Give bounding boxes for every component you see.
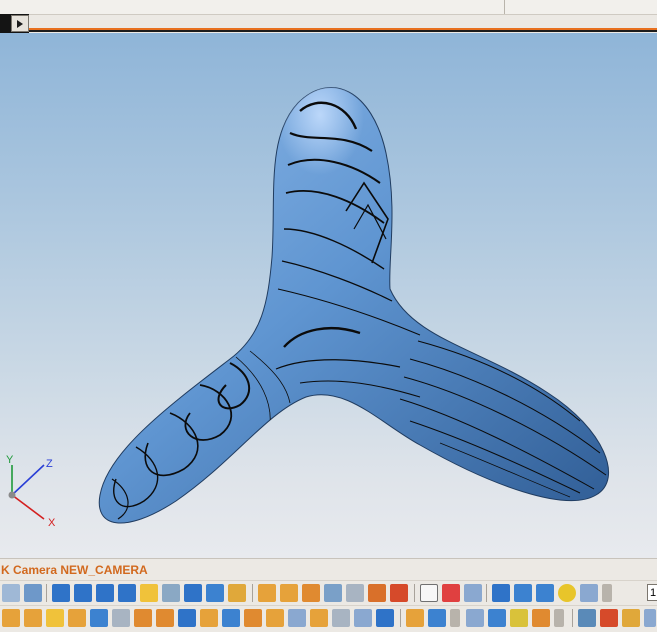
dark-line xyxy=(29,30,657,32)
cylinder-icon[interactable] xyxy=(514,584,532,602)
brush-icon[interactable] xyxy=(390,584,408,602)
sweep-icon[interactable] xyxy=(68,609,86,627)
triad-z-label: Z xyxy=(46,458,53,470)
sphere-icon[interactable] xyxy=(558,584,576,602)
shaded-view-icon[interactable] xyxy=(228,584,246,602)
csys-icon[interactable] xyxy=(464,584,482,602)
fit-view-icon[interactable] xyxy=(24,584,42,602)
top-view-icon[interactable] xyxy=(96,584,114,602)
sketch-icon[interactable] xyxy=(302,584,320,602)
measure-icon[interactable] xyxy=(324,584,342,602)
rotate-view-icon[interactable] xyxy=(2,584,20,602)
three-lobed-surface-model[interactable] xyxy=(98,55,610,524)
toolbar-separator xyxy=(252,584,253,602)
curve-icon[interactable] xyxy=(406,609,424,627)
block-icon[interactable] xyxy=(492,584,510,602)
section-icon[interactable] xyxy=(346,584,364,602)
extrude-icon[interactable] xyxy=(24,609,42,627)
cone-icon[interactable] xyxy=(536,584,554,602)
edges-icon[interactable] xyxy=(280,584,298,602)
toolbar-separator xyxy=(46,584,47,602)
intersect-icon[interactable] xyxy=(310,609,328,627)
toolbar-separator xyxy=(414,584,415,602)
bottom-view-icon[interactable] xyxy=(118,584,136,602)
left-view-icon[interactable] xyxy=(140,584,158,602)
trim-icon[interactable] xyxy=(332,609,350,627)
triad-y-label: Y xyxy=(6,454,14,466)
chevron-right-icon xyxy=(17,19,23,28)
revolve-icon[interactable] xyxy=(46,609,64,627)
split-icon[interactable] xyxy=(354,609,372,627)
status-bar: K Camera NEW_CAMERA xyxy=(0,558,657,581)
triad-x-label: X xyxy=(48,517,56,529)
feature-toolbar-row xyxy=(0,605,657,632)
more-primitives-icon[interactable] xyxy=(580,584,598,602)
extra-tool-icon[interactable] xyxy=(644,609,656,627)
component-icon[interactable] xyxy=(510,609,528,627)
graphics-viewport[interactable]: Y Z X xyxy=(0,33,657,558)
unite-icon[interactable] xyxy=(266,609,284,627)
chamfer-icon[interactable] xyxy=(156,609,174,627)
coordinate-triad: Y Z X xyxy=(6,454,56,529)
wireframe-icon[interactable] xyxy=(258,584,276,602)
surface-icon[interactable] xyxy=(428,609,446,627)
front-view-icon[interactable] xyxy=(52,584,70,602)
toolbar-separator xyxy=(400,609,401,627)
back-view-icon[interactable] xyxy=(74,584,92,602)
book-icon[interactable] xyxy=(178,609,196,627)
feature-icon[interactable] xyxy=(2,609,20,627)
camera-status-text: K Camera NEW_CAMERA xyxy=(1,563,148,577)
subtract-icon[interactable] xyxy=(288,609,306,627)
right-view-icon[interactable] xyxy=(162,584,180,602)
top-toolbar-area xyxy=(0,0,657,34)
toolbar-divider xyxy=(504,0,505,14)
constraint-icon[interactable] xyxy=(532,609,550,627)
sew-icon[interactable] xyxy=(376,609,394,627)
tube-icon[interactable] xyxy=(90,609,108,627)
offset-icon[interactable] xyxy=(200,609,218,627)
view-toolbar-row: 1 xyxy=(0,580,657,606)
dropdown-arrow-icon[interactable] xyxy=(554,609,564,627)
highlight-icon[interactable] xyxy=(622,609,640,627)
pattern-icon[interactable] xyxy=(222,609,240,627)
assembly-icon[interactable] xyxy=(488,609,506,627)
new-sheet-icon[interactable] xyxy=(420,584,438,602)
cylinder-view-icon[interactable] xyxy=(206,584,224,602)
dropdown-arrow-icon[interactable] xyxy=(602,584,612,602)
paint-icon[interactable] xyxy=(600,609,618,627)
mirror-icon[interactable] xyxy=(244,609,262,627)
model-svg: Y Z X xyxy=(6,55,610,529)
blend-icon[interactable] xyxy=(134,609,152,627)
toolbar-separator xyxy=(486,584,487,602)
layers-icon[interactable] xyxy=(466,609,484,627)
dropdown-arrow-icon[interactable] xyxy=(450,609,460,627)
toolbar-combo-box[interactable]: 1 xyxy=(647,584,657,601)
isometric-view-icon[interactable] xyxy=(184,584,202,602)
toolbar-separator xyxy=(572,609,573,627)
expand-panel-button[interactable] xyxy=(11,15,29,32)
annotate-icon[interactable] xyxy=(368,584,386,602)
vector-icon[interactable] xyxy=(442,584,460,602)
camera-icon[interactable] xyxy=(578,609,596,627)
shell-icon[interactable] xyxy=(112,609,130,627)
upper-toolbar-strip xyxy=(0,0,657,15)
